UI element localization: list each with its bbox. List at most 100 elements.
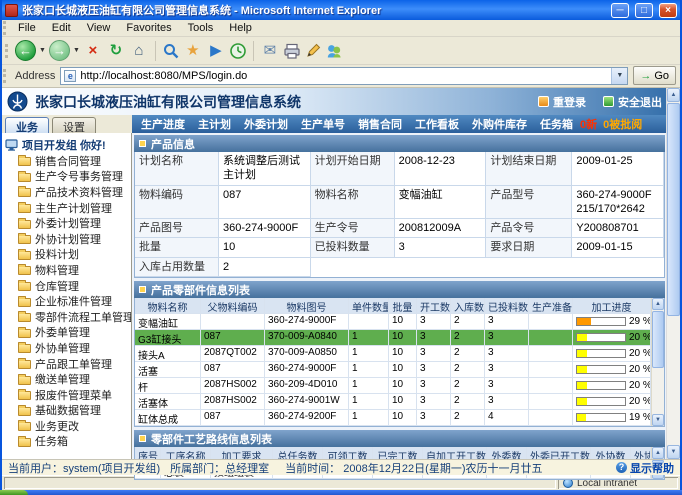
menu-item[interactable]: Help bbox=[221, 22, 260, 34]
scroll-up-icon[interactable]: ▲ bbox=[667, 88, 680, 102]
tree-root[interactable]: 项目开发组 你好! bbox=[5, 136, 131, 153]
taskbox-badge[interactable]: 0被批阅 bbox=[603, 116, 642, 132]
sidebar-item[interactable]: 零部件流程工单管理 bbox=[5, 309, 131, 325]
sidebar-item[interactable]: 产品技术资料管理 bbox=[5, 184, 131, 200]
logout-button[interactable]: 安全退出 bbox=[603, 94, 662, 110]
start-button[interactable] bbox=[0, 490, 28, 495]
table-row[interactable]: 活塞 087 360-274-9000F 1 10 3 2 3 bbox=[135, 362, 651, 378]
history-icon[interactable] bbox=[229, 42, 247, 60]
refresh-icon[interactable]: ↻ bbox=[106, 40, 126, 61]
table-row[interactable]: 接头A 2087QT002 370-009-A0850 1 10 3 2 3 bbox=[135, 346, 651, 362]
table-row[interactable]: 活塞体 2087HS002 360-274-9001W 1 10 3 2 3 bbox=[135, 394, 651, 410]
sidebar-item[interactable]: 销售合同管理 bbox=[5, 153, 131, 169]
close-button[interactable]: × bbox=[659, 3, 677, 18]
table-row[interactable]: G3缸接头 087 370-009-A0840 1 10 3 2 3 bbox=[135, 330, 651, 346]
nav-item[interactable]: 生产进度 bbox=[141, 116, 185, 132]
nav-item[interactable]: 生产单号 bbox=[301, 116, 345, 132]
nav-item[interactable]: 工作看板 bbox=[415, 116, 459, 132]
column-header[interactable]: 生产准备 bbox=[529, 298, 573, 314]
sidebar-item[interactable]: 生产令号事务管理 bbox=[5, 169, 131, 185]
toolbar-grip[interactable] bbox=[3, 69, 6, 83]
nav-item[interactable]: 外委计划 bbox=[244, 116, 288, 132]
go-button[interactable]: → Go bbox=[633, 66, 676, 85]
messenger-icon[interactable] bbox=[325, 42, 343, 60]
menu-item[interactable]: Tools bbox=[180, 22, 222, 34]
sidebar-item[interactable]: 企业标准件管理 bbox=[5, 293, 131, 309]
parts-scrollbar[interactable]: ▲ ▼ bbox=[651, 298, 664, 426]
scroll-thumb[interactable] bbox=[667, 103, 680, 316]
column-header[interactable]: 入库数 bbox=[451, 298, 485, 314]
sidebar-item[interactable]: 基础数据管理 bbox=[5, 403, 131, 419]
column-header[interactable]: 批量 bbox=[389, 298, 417, 314]
scroll-track[interactable] bbox=[667, 102, 680, 445]
toolbar-grip[interactable] bbox=[5, 44, 8, 58]
scroll-up-icon[interactable]: ▲ bbox=[652, 447, 664, 459]
toolbar-grip[interactable] bbox=[3, 21, 6, 35]
sidebar-item-label: 缴送单管理 bbox=[35, 371, 90, 387]
mail-icon[interactable]: ✉ bbox=[260, 40, 280, 61]
table-row[interactable]: 缸体总成 087 360-274-9200F 1 10 3 2 4 bbox=[135, 410, 651, 426]
column-header[interactable]: 开工数 bbox=[417, 298, 451, 314]
table-row[interactable]: 杆 2087HS002 360-209-4D010 1 10 3 2 3 bbox=[135, 378, 651, 394]
cell-prep bbox=[529, 346, 573, 362]
sidebar-item[interactable]: 物料管理 bbox=[5, 262, 131, 278]
scroll-thumb[interactable] bbox=[652, 460, 664, 463]
scroll-down-icon[interactable]: ▼ bbox=[667, 445, 680, 459]
sidebar-item[interactable]: 外协单管理 bbox=[5, 340, 131, 356]
scroll-track[interactable] bbox=[652, 459, 664, 467]
window-titlebar[interactable]: 张家口长城液压油缸有限公司管理信息系统 - Microsoft Internet… bbox=[2, 0, 680, 20]
menu-item[interactable]: Edit bbox=[44, 22, 79, 34]
module-tab[interactable]: 业务 bbox=[5, 117, 49, 133]
nav-item[interactable]: 销售合同 bbox=[358, 116, 402, 132]
media-icon[interactable]: ▶ bbox=[206, 40, 226, 61]
scroll-thumb[interactable] bbox=[652, 311, 664, 368]
menu-item[interactable]: File bbox=[10, 22, 44, 34]
back-button[interactable]: ← bbox=[15, 40, 36, 61]
column-header[interactable]: 父物料编码 bbox=[201, 298, 265, 314]
sidebar-item[interactable]: 外委计划管理 bbox=[5, 215, 131, 231]
favorites-icon[interactable]: ★ bbox=[183, 40, 203, 61]
column-header[interactable]: 加工进度 bbox=[573, 298, 651, 314]
relogin-button[interactable]: 重登录 bbox=[538, 94, 586, 110]
nav-item[interactable]: 任务箱 bbox=[540, 116, 573, 132]
column-header[interactable]: 物料名称 bbox=[135, 298, 201, 314]
scroll-track[interactable] bbox=[652, 310, 664, 414]
sidebar-item[interactable]: 任务箱 bbox=[5, 434, 131, 450]
nav-item[interactable]: 主计划 bbox=[198, 116, 231, 132]
print-icon[interactable] bbox=[283, 42, 301, 60]
page-scrollbar[interactable]: ▲ ▼ bbox=[666, 88, 680, 459]
module-tab[interactable]: 设置 bbox=[52, 117, 96, 133]
show-help-link[interactable]: ? 显示帮助 bbox=[616, 460, 674, 476]
address-input[interactable]: e http://localhost:8080/MPS/login.do ▼ bbox=[60, 67, 628, 85]
home-icon[interactable]: ⌂ bbox=[129, 40, 149, 61]
menu-item[interactable]: View bbox=[79, 22, 119, 34]
maximize-button[interactable]: □ bbox=[635, 3, 653, 18]
sidebar-item[interactable]: 投料计划 bbox=[5, 247, 131, 263]
stop-icon[interactable]: × bbox=[83, 40, 103, 61]
scroll-up-icon[interactable]: ▲ bbox=[652, 298, 664, 310]
scroll-down-icon[interactable]: ▼ bbox=[652, 414, 664, 426]
taskbox-badge[interactable]: 0新 bbox=[580, 116, 597, 132]
column-header[interactable]: 已投料数 bbox=[485, 298, 529, 314]
sidebar-item[interactable]: 外委单管理 bbox=[5, 325, 131, 341]
column-header[interactable]: 物料图号 bbox=[265, 298, 349, 314]
sidebar-item[interactable]: 业务更改 bbox=[5, 418, 131, 434]
forward-dropdown-icon[interactable]: ▼ bbox=[73, 47, 80, 54]
nav-item[interactable]: 外购件库存 bbox=[472, 116, 527, 132]
sidebar-item[interactable]: 缴送单管理 bbox=[5, 371, 131, 387]
table-row[interactable]: 变幅油缸 360-274-9000F 10 3 2 3 bbox=[135, 314, 651, 330]
forward-button[interactable]: → bbox=[49, 40, 70, 61]
menu-item[interactable]: Favorites bbox=[118, 22, 179, 34]
minimize-button[interactable]: ─ bbox=[611, 3, 629, 18]
search-icon[interactable] bbox=[162, 42, 180, 60]
sidebar-item[interactable]: 主生产计划管理 bbox=[5, 200, 131, 216]
sidebar-item[interactable]: 仓库管理 bbox=[5, 278, 131, 294]
back-dropdown-icon[interactable]: ▼ bbox=[39, 47, 46, 54]
cell-drawing-no: 370-009-A0840 bbox=[265, 330, 349, 346]
column-header[interactable]: 单件数量 bbox=[349, 298, 389, 314]
sidebar-item[interactable]: 产品跟工单管理 bbox=[5, 356, 131, 372]
edit-icon[interactable] bbox=[304, 42, 322, 60]
sidebar-item[interactable]: 外协计划管理 bbox=[5, 231, 131, 247]
sidebar-item[interactable]: 报废件管理菜单 bbox=[5, 387, 131, 403]
address-dropdown-icon[interactable]: ▼ bbox=[611, 68, 627, 84]
